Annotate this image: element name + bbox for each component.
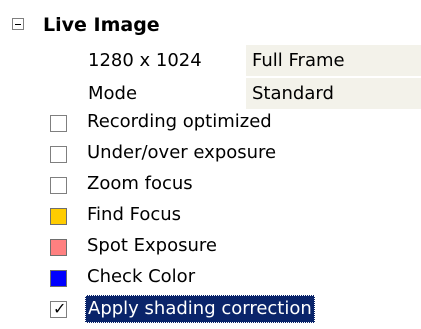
checkmark-icon: ✓ xyxy=(53,299,67,318)
mode-row: Mode Standard xyxy=(0,78,421,109)
zoom-focus-checkbox[interactable] xyxy=(50,177,67,194)
live-image-panel: Live Image 1280 x 1024 Full Frame Mode S… xyxy=(0,0,421,329)
collapse-icon[interactable] xyxy=(12,18,24,30)
spot-exposure-label[interactable]: Spot Exposure xyxy=(85,232,219,260)
option-apply-shading-correction[interactable]: ✓ Apply shading correction xyxy=(0,294,421,325)
under-over-exposure-label[interactable]: Under/over exposure xyxy=(85,139,278,167)
mode-value[interactable]: Standard xyxy=(246,78,421,109)
option-check-color[interactable]: Check Color xyxy=(0,263,421,294)
recording-optimized-label[interactable]: Recording optimized xyxy=(85,108,274,136)
under-over-exposure-checkbox[interactable] xyxy=(50,146,67,163)
find-focus-label[interactable]: Find Focus xyxy=(85,201,183,229)
option-spot-exposure[interactable]: Spot Exposure xyxy=(0,232,421,263)
spot-exposure-color-swatch[interactable] xyxy=(50,239,67,256)
option-zoom-focus[interactable]: Zoom focus xyxy=(0,170,421,201)
resolution-value[interactable]: Full Frame xyxy=(246,45,421,76)
check-color-label[interactable]: Check Color xyxy=(85,263,197,291)
check-color-color-swatch[interactable] xyxy=(50,270,67,287)
live-image-section-header[interactable]: Live Image xyxy=(12,8,412,42)
option-under-over-exposure[interactable]: Under/over exposure xyxy=(0,139,421,170)
section-title: Live Image xyxy=(43,14,160,36)
zoom-focus-label[interactable]: Zoom focus xyxy=(85,170,195,198)
option-recording-optimized[interactable]: Recording optimized xyxy=(0,108,421,139)
option-find-focus[interactable]: Find Focus xyxy=(0,201,421,232)
resolution-row: 1280 x 1024 Full Frame xyxy=(0,45,421,76)
mode-label: Mode xyxy=(88,83,138,104)
resolution-label: 1280 x 1024 xyxy=(88,50,202,71)
apply-shading-correction-label[interactable]: Apply shading correction xyxy=(85,295,315,323)
recording-optimized-checkbox[interactable] xyxy=(50,115,67,132)
apply-shading-correction-checkbox[interactable]: ✓ xyxy=(50,301,67,318)
find-focus-color-swatch[interactable] xyxy=(50,208,67,225)
